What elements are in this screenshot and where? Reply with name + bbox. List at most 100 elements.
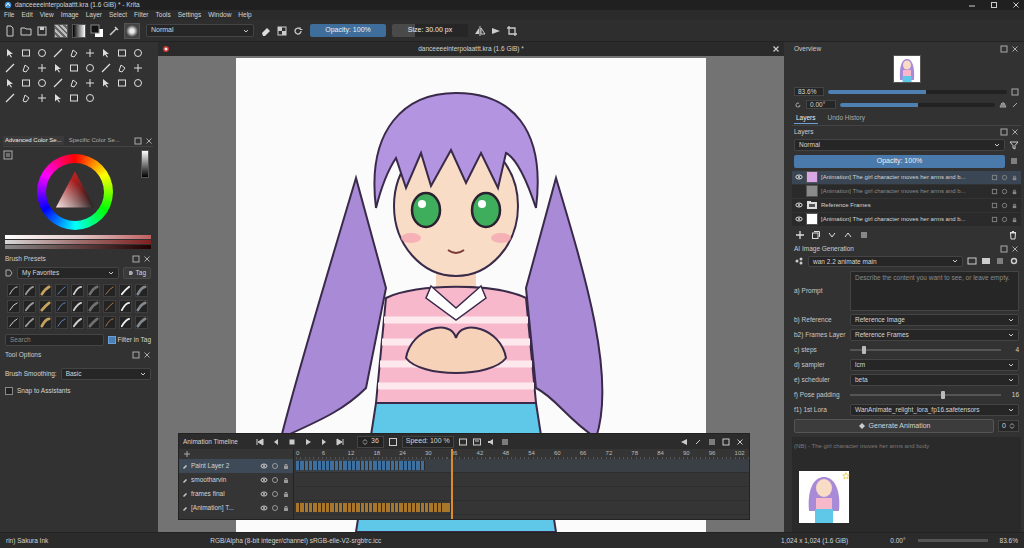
brush-preset[interactable] [23,316,36,329]
snap-checkbox[interactable] [5,387,13,395]
magnetic-select-icon[interactable] [69,93,79,103]
menu-item[interactable]: Edit [21,11,32,19]
polygon-icon[interactable] [133,48,143,58]
polygon-select-icon[interactable] [133,78,143,88]
brush-preset[interactable] [55,284,68,297]
reload-preset-icon[interactable] [292,25,304,37]
timeline-layer[interactable]: smootharvin [179,473,293,487]
inherit-alpha-icon[interactable] [1001,202,1008,209]
dock-tab[interactable]: Specific Color Se... [67,136,122,145]
mirror-view-icon[interactable] [999,101,1007,109]
onion-skin-icon[interactable] [271,504,279,512]
tag-dropdown[interactable]: My Favorites [17,267,119,279]
next-keyframe-icon[interactable] [319,437,329,447]
parameter-dropdown[interactable]: WanAnimate_relight_lora_fp16.safetensors [850,404,1019,416]
brush-preset[interactable] [7,316,20,329]
float-icon[interactable] [134,137,142,145]
fill-icon[interactable] [21,78,31,88]
menu-item[interactable]: Filter [134,11,148,19]
parameter-dropdown[interactable]: beta [850,374,1019,386]
measure-icon[interactable] [53,78,63,88]
brush-preset[interactable] [135,284,148,297]
menu-item[interactable]: File [4,11,14,19]
parameter-dropdown[interactable]: Reference Image [850,314,1019,326]
brush-preset[interactable] [103,284,116,297]
alpha-lock-icon[interactable] [991,174,998,181]
reference-icon[interactable] [69,78,79,88]
play-icon[interactable] [303,437,313,447]
brush-search-field[interactable]: Search [5,334,104,346]
ellipse-select-icon[interactable] [117,78,127,88]
onion-skin-icon[interactable] [271,490,279,498]
playhead[interactable] [451,449,453,519]
ellipse-icon[interactable] [117,48,127,58]
close-icon[interactable] [143,351,151,359]
brush-settings-icon[interactable] [108,25,120,37]
rotation-slider[interactable] [840,103,995,107]
timeline-layer[interactable]: Paint Layer 2 [179,459,293,473]
lock-icon[interactable] [1011,174,1018,181]
float-icon[interactable] [721,437,731,447]
close-icon[interactable] [1011,245,1019,253]
brush-preset[interactable] [55,300,68,313]
layer-properties-icon[interactable] [859,230,869,240]
close-icon[interactable] [1012,1,1020,9]
timeline-frames-row[interactable] [296,459,749,473]
brush-preset[interactable] [87,316,100,329]
lock-icon[interactable] [282,490,290,498]
brush-preset[interactable] [55,316,68,329]
select-shapes-icon[interactable] [5,48,15,58]
brush-preset[interactable] [119,316,132,329]
hidden-eye-icon[interactable] [795,187,803,195]
value-strip[interactable] [141,150,149,178]
filter-in-tag[interactable]: Filter in Tag [108,336,151,344]
frame-icon[interactable] [388,437,398,447]
timeline-layer[interactable]: frames final [179,487,293,501]
open-document-icon[interactable] [20,25,32,37]
brush-preset[interactable] [71,284,84,297]
brush-preset[interactable] [39,300,52,313]
parameter-slider[interactable] [850,391,1001,399]
history-result[interactable] [799,471,849,523]
pattern-swatch[interactable] [54,24,68,38]
transform-icon[interactable] [85,63,95,73]
queue-icon[interactable] [995,256,1005,266]
gradient-swatch[interactable] [72,24,86,38]
current-frame-field[interactable]: 36 [357,436,384,448]
text-icon[interactable] [21,48,31,58]
mirror-horizontal-icon[interactable] [474,25,486,37]
parameter-slider[interactable] [850,346,1001,354]
timeline-frames-row[interactable] [296,501,749,515]
tag-button[interactable]: Tag [123,267,151,279]
current-brush-icon[interactable] [124,23,140,39]
menu-item[interactable]: Window [208,11,231,19]
star-icon[interactable] [842,472,850,480]
close-document-icon[interactable] [772,45,780,53]
workflow-dropdown[interactable]: wan 2.2 animate main [808,256,963,268]
prompt-field[interactable]: Describe the content you want to see, or… [850,271,1019,311]
menu-item[interactable]: Image [61,11,79,19]
onion-skin-icon[interactable] [271,476,279,484]
settings-icon[interactable] [1009,256,1019,266]
visibility-icon[interactable] [260,476,268,484]
close-icon[interactable] [145,137,153,145]
color-triangle[interactable] [49,166,101,218]
brush-preset[interactable] [39,284,52,297]
layer-row[interactable]: [Animation] The girl character moves her… [792,185,1021,199]
zoom-slider[interactable] [828,90,1007,94]
polyline-icon[interactable] [5,63,15,73]
lock-icon[interactable] [282,504,290,512]
bezier-select-icon[interactable] [53,93,63,103]
timeline-menu-icon[interactable] [500,437,510,447]
timeline-track-area[interactable]: 06121824303642485460667278849096102 [294,449,749,519]
alpha-lock-icon[interactable] [991,216,998,223]
animation-icon[interactable] [981,256,991,266]
freehand-select-icon[interactable] [5,93,15,103]
rotate-icon[interactable] [794,101,802,109]
brush-preset[interactable] [119,300,132,313]
line-icon[interactable] [85,48,95,58]
parameter-dropdown[interactable]: lcm [850,359,1019,371]
eraser-icon[interactable] [260,25,272,37]
brush-preset[interactable] [103,316,116,329]
brush-smoothing-dropdown[interactable]: Basic [61,368,151,380]
